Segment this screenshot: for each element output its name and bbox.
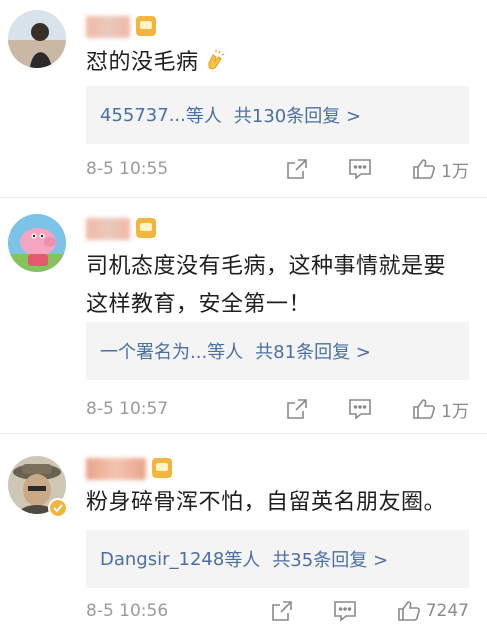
- comment-feed: 怼的没毛病 455737... 等人 共130条回复 > 8-5 10:55 1…: [0, 0, 487, 628]
- comment-text: 司机态度没有毛病，这种事情就是要 这样教育，安全第一！: [86, 248, 467, 324]
- reply-count-link[interactable]: 共35条回复 >: [272, 546, 388, 572]
- like-count: 1万: [441, 161, 469, 182]
- reply-suffix: 等人: [207, 342, 244, 363]
- verified-badge-icon: [48, 498, 68, 518]
- like-count: 7247: [425, 601, 469, 621]
- comment-actions: 1万: [285, 397, 469, 422]
- reply-user[interactable]: 455737...: [100, 105, 186, 126]
- comment-text: 粉身碎骨浑不怕，自留英名朋友圈。: [86, 484, 467, 522]
- username-blurred[interactable]: [86, 218, 130, 240]
- member-badge-icon: [136, 218, 156, 238]
- member-badge-icon: [136, 16, 156, 36]
- comment-text-line: 这样教育，安全第一！: [86, 292, 312, 317]
- comment-text-line: 司机态度没有毛病，这种事情就是要: [86, 254, 447, 279]
- comment-item: 怼的没毛病 455737... 等人 共130条回复 > 8-5 10:55 1…: [0, 0, 487, 198]
- thumbs-up-icon: [413, 399, 436, 419]
- member-badge-icon: [152, 458, 172, 478]
- username-blurred[interactable]: [86, 458, 146, 480]
- username-blurred[interactable]: [86, 16, 130, 38]
- comment-meta: 8-5 10:57 1万: [86, 394, 469, 424]
- comment-meta: 8-5 10:55 1万: [86, 154, 469, 184]
- reply-summary[interactable]: 一个署名为... 等人 共81条回复 >: [86, 322, 469, 380]
- comment-item: 司机态度没有毛病，这种事情就是要 这样教育，安全第一！ 一个署名为... 等人 …: [0, 198, 487, 434]
- comment-item: 粉身碎骨浑不怕，自留英名朋友圈。 Dangsir_1248 等人 共35条回复 …: [0, 434, 487, 628]
- timestamp: 8-5 10:56: [86, 601, 169, 621]
- timestamp: 8-5 10:57: [86, 399, 169, 419]
- comment-text-body: 粉身碎骨浑不怕，自留英名朋友圈。: [86, 490, 447, 515]
- comment-actions: 7247: [270, 599, 469, 623]
- reply-user[interactable]: 一个署名为...: [100, 338, 207, 364]
- comment-icon[interactable]: [332, 599, 358, 623]
- clap-emoji: [203, 48, 227, 86]
- reply-suffix: 等人: [224, 550, 261, 571]
- comment-text: 怼的没毛病: [86, 44, 467, 86]
- like-count: 1万: [441, 401, 469, 422]
- reply-count-link[interactable]: 共81条回复 >: [255, 338, 371, 364]
- like-button[interactable]: 1万: [411, 157, 469, 182]
- thumbs-up-icon: [397, 601, 420, 621]
- avatar[interactable]: [8, 10, 66, 68]
- reply-summary[interactable]: Dangsir_1248 等人 共35条回复 >: [86, 530, 469, 588]
- comment-actions: 1万: [285, 157, 469, 182]
- timestamp: 8-5 10:55: [86, 159, 169, 179]
- like-button[interactable]: 7247: [396, 599, 469, 623]
- thumbs-up-icon: [413, 159, 436, 179]
- like-button[interactable]: 1万: [411, 397, 469, 422]
- comment-meta: 8-5 10:56 7247: [86, 596, 469, 626]
- comment-text-body: 怼的没毛病: [86, 50, 199, 75]
- comment-icon[interactable]: [347, 397, 373, 421]
- share-icon[interactable]: [285, 397, 309, 421]
- reply-count-link[interactable]: 共130条回复 >: [234, 102, 361, 128]
- comment-icon[interactable]: [347, 157, 373, 181]
- reply-user[interactable]: Dangsir_1248: [100, 549, 224, 570]
- share-icon[interactable]: [285, 157, 309, 181]
- share-icon[interactable]: [270, 599, 294, 623]
- avatar[interactable]: [8, 214, 66, 272]
- reply-summary[interactable]: 455737... 等人 共130条回复 >: [86, 86, 469, 144]
- reply-suffix: 等人: [185, 106, 222, 127]
